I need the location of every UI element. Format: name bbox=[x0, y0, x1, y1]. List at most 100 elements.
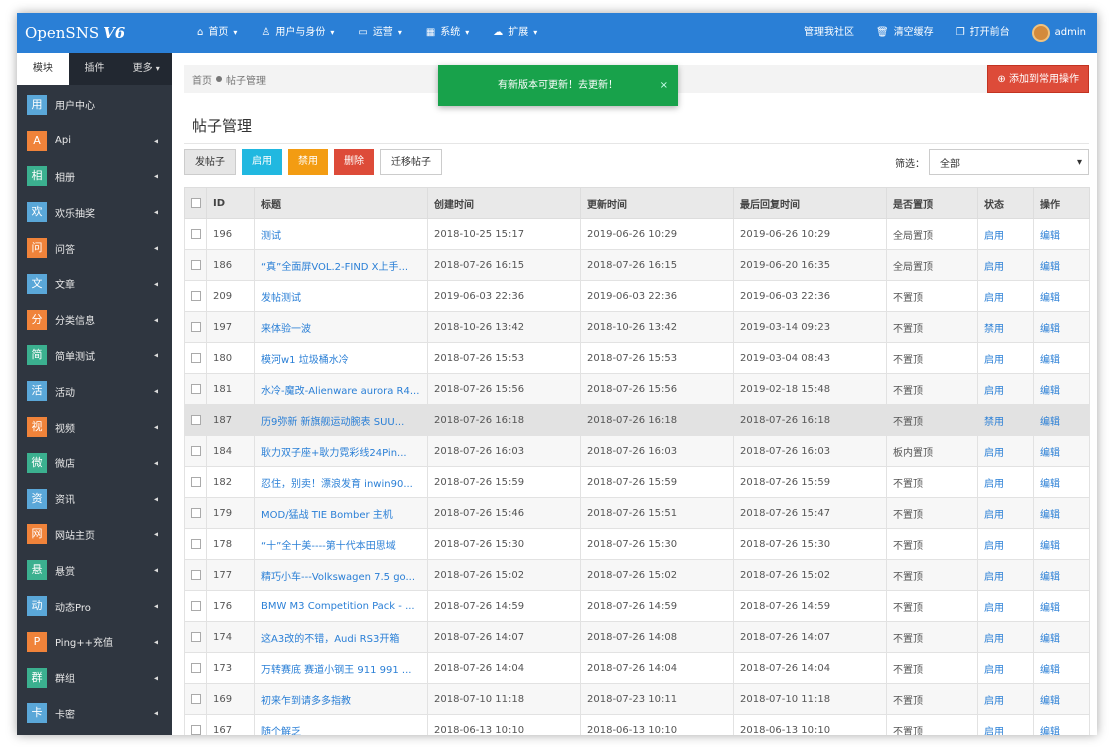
row-checkbox[interactable] bbox=[191, 476, 201, 487]
cell-title[interactable]: “真”全面屏VOL.2-FIND X上手... bbox=[254, 249, 428, 281]
sidebar-item[interactable]: 文文章 ◂ bbox=[17, 266, 172, 302]
sidebar-item[interactable]: 悬悬赏 ◂ bbox=[17, 552, 172, 588]
nav-system[interactable]: ▦ 系统 ▾ bbox=[414, 13, 481, 53]
row-checkbox[interactable] bbox=[191, 445, 201, 456]
cell-title[interactable]: 测试 bbox=[254, 218, 428, 250]
cell-edit-link[interactable]: 编辑 bbox=[1033, 528, 1090, 560]
cell-title[interactable]: “十”全十美----第十代本田思域 bbox=[254, 528, 428, 560]
sidebar-item[interactable]: 网网站主页 ◂ bbox=[17, 517, 172, 553]
sidebar-item[interactable]: P Ping++充值 ◂ bbox=[17, 624, 172, 660]
select-all-checkbox[interactable] bbox=[191, 197, 201, 208]
cell-title[interactable]: 随个解乏 bbox=[254, 714, 428, 735]
sidebar-item[interactable]: 视视频 ◂ bbox=[17, 409, 172, 445]
sidebar-item[interactable]: 分分类信息 ◂ bbox=[17, 302, 172, 338]
row-checkbox[interactable] bbox=[191, 259, 201, 270]
row-checkbox[interactable] bbox=[191, 569, 201, 580]
sidebar-item[interactable]: 相相册 ◂ bbox=[17, 159, 172, 195]
cell-edit-link[interactable]: 编辑 bbox=[1033, 218, 1090, 250]
cell-edit-link[interactable]: 编辑 bbox=[1033, 435, 1090, 467]
tab-modules[interactable]: 模块 bbox=[17, 53, 69, 85]
open-frontend-link[interactable]: ❐ 打开前台 bbox=[945, 13, 1021, 53]
user-menu[interactable]: admin bbox=[1021, 13, 1097, 53]
cell-status[interactable]: 启用 bbox=[977, 714, 1034, 735]
cell-edit-link[interactable]: 编辑 bbox=[1033, 342, 1090, 374]
row-checkbox[interactable] bbox=[191, 383, 201, 394]
row-checkbox[interactable] bbox=[191, 631, 201, 642]
cell-title[interactable]: 水冷-魔改-Alienware aurora R4... bbox=[254, 373, 428, 405]
header-status[interactable]: 状态 bbox=[977, 187, 1034, 219]
cell-status[interactable]: 启用 bbox=[977, 373, 1034, 405]
cell-title[interactable]: 模河w1 垃圾桶水冷 bbox=[254, 342, 428, 374]
header-top[interactable]: 是否置顶 bbox=[886, 187, 978, 219]
nav-home[interactable]: ⌂ 首页 ▾ bbox=[185, 13, 249, 53]
tab-plugins[interactable]: 插件 bbox=[69, 53, 121, 85]
sidebar-item[interactable]: 问问答 ◂ bbox=[17, 230, 172, 266]
cell-title[interactable]: 万转赛底 赛道小钢王 911 991 ... bbox=[254, 652, 428, 684]
cell-status[interactable]: 启用 bbox=[977, 621, 1034, 653]
cell-edit-link[interactable]: 编辑 bbox=[1033, 249, 1090, 281]
tab-more[interactable]: 更多 ▾ bbox=[120, 53, 172, 85]
cell-title[interactable]: MOD/猛战 TIE Bomber 主机 bbox=[254, 497, 428, 529]
cell-status[interactable]: 启用 bbox=[977, 249, 1034, 281]
cell-edit-link[interactable]: 编辑 bbox=[1033, 404, 1090, 436]
clear-cache-link[interactable]: 🗑 清空缓存 bbox=[865, 13, 945, 53]
disable-button[interactable]: 禁用 bbox=[288, 149, 328, 175]
cell-status[interactable]: 启用 bbox=[977, 528, 1034, 560]
row-checkbox[interactable] bbox=[191, 228, 201, 239]
cell-edit-link[interactable]: 编辑 bbox=[1033, 559, 1090, 591]
sidebar-item[interactable]: 简简单测试 ◂ bbox=[17, 338, 172, 374]
cell-title[interactable]: 这A3改的不错，Audi RS3开箱 bbox=[254, 621, 428, 653]
cell-title[interactable]: 耿力双子座+耿力霓彩线24Pin... bbox=[254, 435, 428, 467]
enable-button[interactable]: 启用 bbox=[242, 149, 282, 175]
cell-status[interactable]: 启用 bbox=[977, 559, 1034, 591]
delete-button[interactable]: 删除 bbox=[334, 149, 374, 175]
sidebar-item[interactable]: A Api ◂ bbox=[17, 123, 172, 159]
cell-edit-link[interactable]: 编辑 bbox=[1033, 621, 1090, 653]
cell-edit-link[interactable]: 编辑 bbox=[1033, 497, 1090, 529]
breadcrumb-home[interactable]: 首页 bbox=[192, 72, 212, 87]
move-posts-button[interactable]: 迁移帖子 bbox=[380, 149, 442, 175]
cell-edit-link[interactable]: 编辑 bbox=[1033, 683, 1090, 715]
cell-status[interactable]: 启用 bbox=[977, 218, 1034, 250]
row-checkbox[interactable] bbox=[191, 662, 201, 673]
header-action[interactable]: 操作 bbox=[1033, 187, 1090, 219]
sidebar-item[interactable]: 用用户中心 bbox=[17, 87, 172, 123]
nav-operations[interactable]: ▭ 运营 ▾ bbox=[346, 13, 413, 53]
cell-title[interactable]: 发帖测试 bbox=[254, 280, 428, 312]
cell-title[interactable]: 精巧小车---Volkswagen 7.5 go... bbox=[254, 559, 428, 591]
row-checkbox[interactable] bbox=[191, 321, 201, 332]
cell-status[interactable]: 启用 bbox=[977, 683, 1034, 715]
header-id[interactable]: ID bbox=[206, 187, 255, 219]
header-title[interactable]: 标题 bbox=[254, 187, 428, 219]
sidebar-item[interactable]: 动动态Pro ◂ bbox=[17, 588, 172, 624]
nav-users[interactable]: ♙ 用户与身份 ▾ bbox=[249, 13, 346, 53]
row-checkbox[interactable] bbox=[191, 600, 201, 611]
row-checkbox[interactable] bbox=[191, 414, 201, 425]
cell-title[interactable]: BMW M3 Competition Pack - ... bbox=[254, 590, 428, 622]
cell-edit-link[interactable]: 编辑 bbox=[1033, 590, 1090, 622]
cell-status[interactable]: 禁用 bbox=[977, 311, 1034, 343]
new-post-button[interactable]: 发帖子 bbox=[184, 149, 236, 175]
row-checkbox[interactable] bbox=[191, 352, 201, 363]
cell-edit-link[interactable]: 编辑 bbox=[1033, 311, 1090, 343]
sidebar-item[interactable]: 欢欢乐抽奖 ◂ bbox=[17, 194, 172, 230]
manage-community-link[interactable]: 管理我社区 bbox=[793, 13, 865, 53]
nav-extensions[interactable]: ☁ 扩展 ▾ bbox=[481, 13, 549, 53]
sidebar-item[interactable]: 卡卡密 ◂ bbox=[17, 696, 172, 732]
cell-edit-link[interactable]: 编辑 bbox=[1033, 373, 1090, 405]
cell-edit-link[interactable]: 编辑 bbox=[1033, 652, 1090, 684]
row-checkbox[interactable] bbox=[191, 290, 201, 301]
cell-status[interactable]: 启用 bbox=[977, 497, 1034, 529]
cell-edit-link[interactable]: 编辑 bbox=[1033, 280, 1090, 312]
cell-status[interactable]: 禁用 bbox=[977, 404, 1034, 436]
row-checkbox[interactable] bbox=[191, 724, 201, 735]
sidebar-item[interactable]: 微微店 ◂ bbox=[17, 445, 172, 481]
cell-title[interactable]: 来体验一波 bbox=[254, 311, 428, 343]
cell-title[interactable]: 历9弥新 新旗舰运动腕表 SUU... bbox=[254, 404, 428, 436]
row-checkbox[interactable] bbox=[191, 538, 201, 549]
cell-title[interactable]: 忍住，别卖！漂浪发育 inwin90... bbox=[254, 466, 428, 498]
sidebar-item[interactable]: 群群组 ◂ bbox=[17, 660, 172, 696]
sidebar-item[interactable]: 资资讯 ◂ bbox=[17, 481, 172, 517]
filter-select[interactable]: 全部 ▾ bbox=[929, 149, 1089, 175]
sidebar-item[interactable]: 活活动 ◂ bbox=[17, 373, 172, 409]
